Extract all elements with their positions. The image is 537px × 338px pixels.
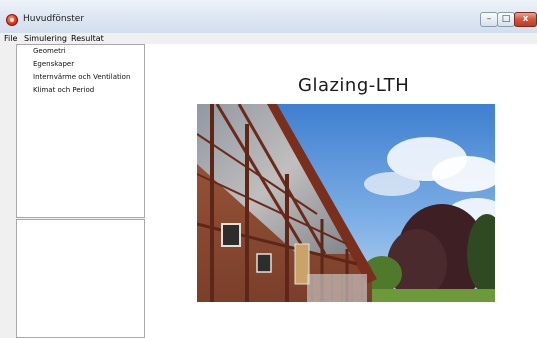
building-photo — [197, 104, 495, 302]
glazed-building-image — [197, 104, 495, 302]
title-bar[interactable]: Huvudfönster – □ x — [0, 0, 537, 34]
minimize-button[interactable]: – — [480, 12, 498, 27]
maximize-button[interactable]: □ — [497, 12, 515, 27]
window-left-margin — [0, 44, 16, 338]
menu-file[interactable]: File — [4, 33, 17, 44]
nav-item-klimat[interactable]: Klimat och Period — [33, 86, 94, 95]
app-logo-icon — [6, 14, 18, 26]
properties-panel — [16, 219, 145, 338]
nav-item-egenskaper[interactable]: Egenskaper — [33, 60, 74, 69]
menu-simulering[interactable]: Simulering — [24, 33, 67, 44]
menu-bar: File Simulering Resultat — [0, 33, 537, 44]
window-title: Huvudfönster — [23, 14, 85, 24]
main-window: Huvudfönster – □ x File Simulering Resul… — [0, 0, 537, 338]
nav-item-internvarme[interactable]: Internvärme och Ventilation — [33, 73, 130, 82]
navigation-tree: Geometri Egenskaper Internvärme och Vent… — [16, 44, 145, 218]
menu-resultat[interactable]: Resultat — [71, 33, 104, 44]
close-button[interactable]: x — [514, 12, 537, 27]
app-heading: Glazing-LTH — [298, 75, 410, 96]
nav-item-geometri[interactable]: Geometri — [33, 47, 66, 56]
